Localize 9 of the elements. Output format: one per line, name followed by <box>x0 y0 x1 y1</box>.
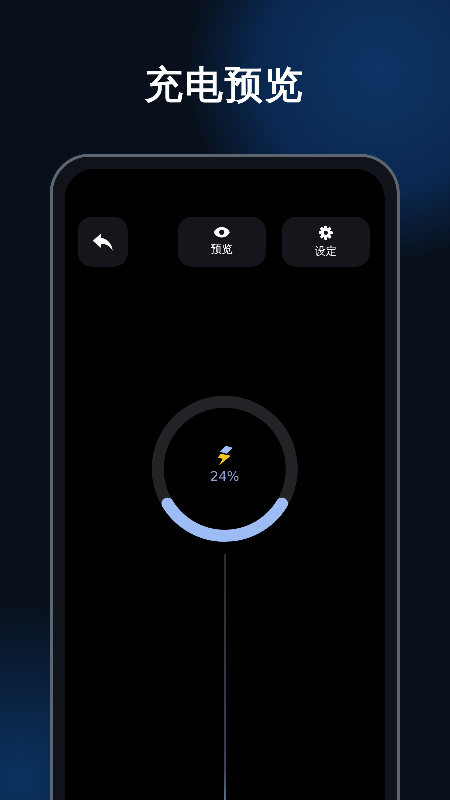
settings-button[interactable]: 设定 <box>282 217 370 267</box>
page-title: 充电预览 <box>145 62 305 109</box>
eye-icon <box>214 227 230 238</box>
preview-button[interactable]: 预览 <box>178 217 266 267</box>
settings-icon <box>319 226 333 240</box>
back-button[interactable] <box>78 217 128 267</box>
back-arrow-icon <box>93 234 113 250</box>
battery-percentage: 24% <box>210 470 240 485</box>
lightning-bolt-icon <box>217 446 233 466</box>
